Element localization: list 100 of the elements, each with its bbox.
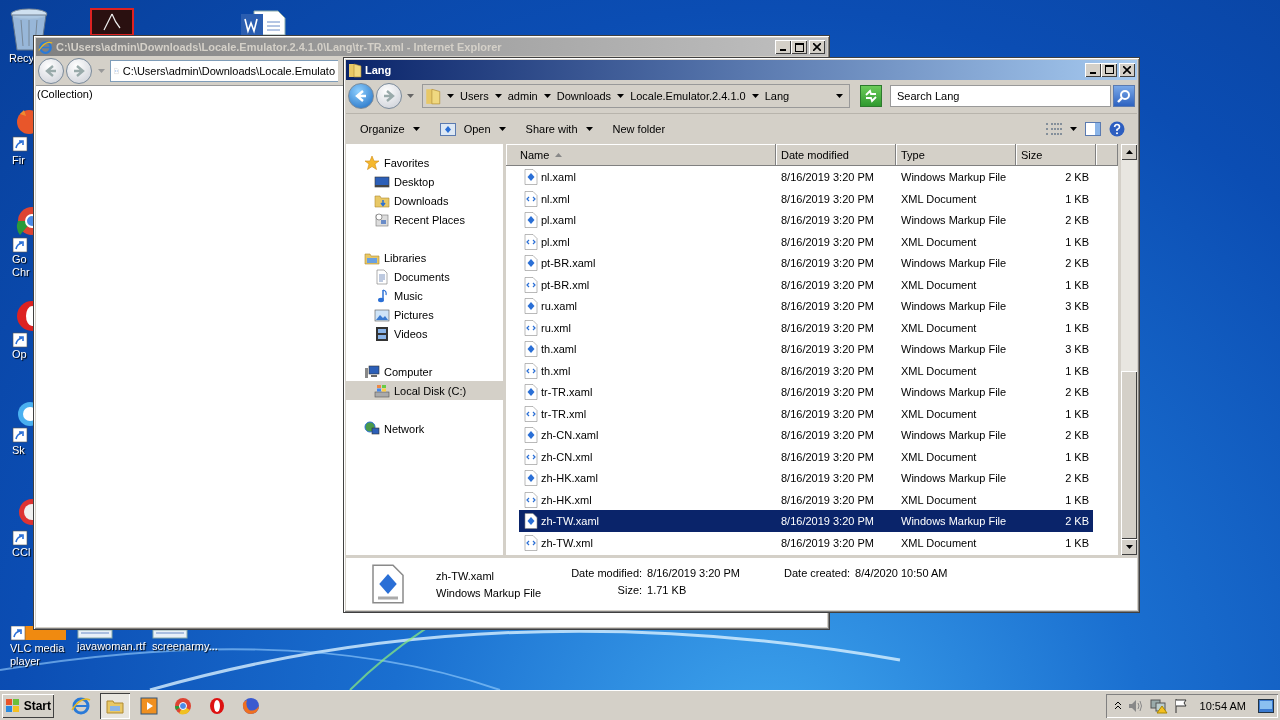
- caret-icon: [585, 127, 593, 131]
- clock[interactable]: 10:54 AM: [1199, 699, 1246, 712]
- show-desktop-icon[interactable]: [1258, 698, 1274, 713]
- search-field[interactable]: Search Lang: [890, 85, 1111, 108]
- file-row[interactable]: zh-HK.xaml 8/16/2019 3:20 PM Windows Markup File 2 KB: [519, 467, 1093, 489]
- nav-item[interactable]: Downloads: [346, 191, 503, 211]
- refresh-button[interactable]: [860, 85, 882, 108]
- column-header[interactable]: Name: [506, 144, 776, 167]
- breadcrumb-bar[interactable]: Users admin Downloads Locale.Emulator.2.4.1.0 Lang: [422, 84, 850, 109]
- file-row[interactable]: tr-TR.xaml 8/16/2019 3:20 PM Windows Markup File 2 KB: [519, 381, 1093, 403]
- breadcrumb-item[interactable]: Users: [460, 90, 489, 103]
- nav-item[interactable]: Local Disk (C:): [346, 381, 503, 401]
- column-header[interactable]: Type: [896, 144, 1016, 167]
- folder-icon: [348, 61, 362, 78]
- size-cell-text: 1 KB: [1064, 407, 1090, 420]
- nav-item[interactable]: Computer: [346, 362, 503, 382]
- file-row[interactable]: ru.xml 8/16/2019 3:20 PM XML Document 1 KB: [519, 316, 1093, 339]
- chevron-up-icon[interactable]: [1113, 700, 1122, 711]
- nav-item[interactable]: Pictures: [346, 305, 503, 325]
- minimize-button[interactable]: [1085, 62, 1101, 77]
- file-row[interactable]: nl.xaml 8/16/2019 3:20 PM Windows Markup File 2 KB: [519, 166, 1093, 188]
- file-name: nl.xml: [541, 192, 570, 205]
- close-button[interactable]: [1119, 62, 1135, 77]
- size-cell-text: 2 KB: [1064, 171, 1090, 184]
- desktop-icon-label[interactable]: Fir: [12, 154, 25, 167]
- new-folder-button[interactable]: New folder: [606, 120, 672, 138]
- desktop-icon-label[interactable]: screenarmy...: [152, 640, 218, 653]
- breadcrumb-item[interactable]: Downloads: [556, 90, 612, 103]
- search-button[interactable]: [1113, 85, 1135, 108]
- taskbar-button[interactable]: [100, 692, 130, 719]
- maximize-icon: [1104, 65, 1114, 75]
- date-cell-text: 8/16/2019 3:20 PM: [780, 343, 875, 356]
- file-name: zh-TW.xml: [541, 536, 593, 549]
- scroll-up-button[interactable]: [1121, 144, 1137, 161]
- back-button[interactable]: [348, 83, 374, 110]
- size-cell-text: 2 KB: [1064, 214, 1090, 227]
- file-row[interactable]: pt-BR.xml 8/16/2019 3:20 PM XML Document 1 KB: [519, 273, 1093, 296]
- menu-button[interactable]: Share with: [519, 120, 599, 138]
- nav-item[interactable]: Documents: [346, 267, 503, 287]
- menu-button[interactable]: Organize: [354, 120, 426, 138]
- help-icon: [1109, 121, 1125, 137]
- desktop-icon-label[interactable]: Sk: [12, 444, 25, 457]
- nav-item[interactable]: Favorites: [346, 153, 503, 173]
- nav-item[interactable]: Libraries: [346, 248, 503, 268]
- desktop-icon-label[interactable]: Recy: [9, 52, 35, 65]
- breadcrumb-item[interactable]: Locale.Emulator.2.4.1.0: [630, 90, 746, 103]
- back-button[interactable]: [38, 57, 64, 84]
- open-button[interactable]: Open: [433, 119, 512, 139]
- size-cell-text: 2 KB: [1064, 257, 1090, 270]
- scrollbar[interactable]: [1121, 144, 1137, 556]
- file-row[interactable]: pt-BR.xaml 8/16/2019 3:20 PM Windows Markup File 2 KB: [519, 252, 1093, 274]
- desktop-icon-label[interactable]: javawoman.rtf: [77, 640, 146, 653]
- network-warning-icon[interactable]: [1149, 697, 1168, 714]
- desktop-icon-label[interactable]: Op: [12, 348, 27, 361]
- size-cell-text: 3 KB: [1064, 300, 1090, 313]
- file-row[interactable]: ru.xaml 8/16/2019 3:20 PM Windows Markup File 3 KB: [519, 295, 1093, 317]
- forward-button[interactable]: [66, 57, 92, 84]
- file-row[interactable]: pl.xaml 8/16/2019 3:20 PM Windows Markup File 2 KB: [519, 209, 1093, 231]
- minimize-button[interactable]: [775, 40, 791, 54]
- file-row[interactable]: zh-CN.xaml 8/16/2019 3:20 PM Windows Markup File 2 KB: [519, 424, 1093, 446]
- maximize-button[interactable]: [791, 40, 807, 54]
- nav-item[interactable]: Desktop: [346, 172, 503, 192]
- start-button[interactable]: Start: [2, 693, 54, 718]
- file-row[interactable]: zh-CN.xml 8/16/2019 3:20 PM XML Document 1 KB: [519, 445, 1093, 468]
- type-cell-text: Windows Markup File: [900, 429, 1008, 442]
- scroll-thumb[interactable]: [1121, 371, 1137, 540]
- nav-item[interactable]: Recent Places: [346, 210, 503, 230]
- maximize-button[interactable]: [1101, 62, 1117, 77]
- picture-icon: [374, 306, 390, 323]
- file-row[interactable]: zh-TW.xaml 8/16/2019 3:20 PM Windows Markup File 2 KB: [519, 510, 1093, 532]
- flag-icon[interactable]: [1173, 697, 1188, 714]
- type-cell-text: Windows Markup File: [900, 386, 1008, 399]
- breadcrumb-item[interactable]: admin: [507, 90, 538, 103]
- file-row[interactable]: tr-TR.xml 8/16/2019 3:20 PM XML Document 1 KB: [519, 402, 1093, 425]
- desktop-icon-label[interactable]: CCl: [12, 546, 31, 559]
- header-filler: [1096, 144, 1118, 167]
- date-cell-text: 8/16/2019 3:20 PM: [780, 321, 875, 334]
- breadcrumb-item[interactable]: Lang: [764, 90, 790, 103]
- column-header[interactable]: Date modified: [776, 144, 896, 167]
- close-button[interactable]: [809, 40, 825, 54]
- nav-item[interactable]: Music: [346, 286, 503, 306]
- column-header[interactable]: Size: [1016, 144, 1096, 167]
- address-field[interactable]: C:\Users\admin\Downloads\Locale.Emulato: [110, 59, 338, 82]
- file-row[interactable]: pl.xml 8/16/2019 3:20 PM XML Document 1 KB: [519, 230, 1093, 253]
- file-row[interactable]: nl.xml 8/16/2019 3:20 PM XML Document 1 KB: [519, 187, 1093, 210]
- details-label: Size:: [616, 584, 643, 597]
- file-row[interactable]: th.xml 8/16/2019 3:20 PM XML Document 1 KB: [519, 359, 1093, 382]
- browser-icon: [38, 39, 53, 55]
- size-cell-text: 2 KB: [1064, 515, 1090, 528]
- desktop-icon-label[interactable]: VLC media player: [10, 642, 65, 668]
- nav-item[interactable]: Network: [346, 419, 503, 439]
- scroll-down-button[interactable]: [1121, 539, 1137, 556]
- desktop-icon-label[interactable]: Go Chr: [12, 253, 30, 279]
- details-file-name: zh-TW.xaml: [436, 569, 496, 582]
- forward-button[interactable]: [376, 83, 402, 110]
- file-row[interactable]: zh-TW.xml 8/16/2019 3:20 PM XML Document 1 KB: [519, 531, 1093, 554]
- file-row[interactable]: zh-HK.xml 8/16/2019 3:20 PM XML Document 1 KB: [519, 488, 1093, 511]
- file-row[interactable]: th.xaml 8/16/2019 3:20 PM Windows Markup File 3 KB: [519, 338, 1093, 360]
- nav-item[interactable]: Videos: [346, 324, 503, 344]
- type-cell-text: XML Document: [900, 493, 978, 506]
